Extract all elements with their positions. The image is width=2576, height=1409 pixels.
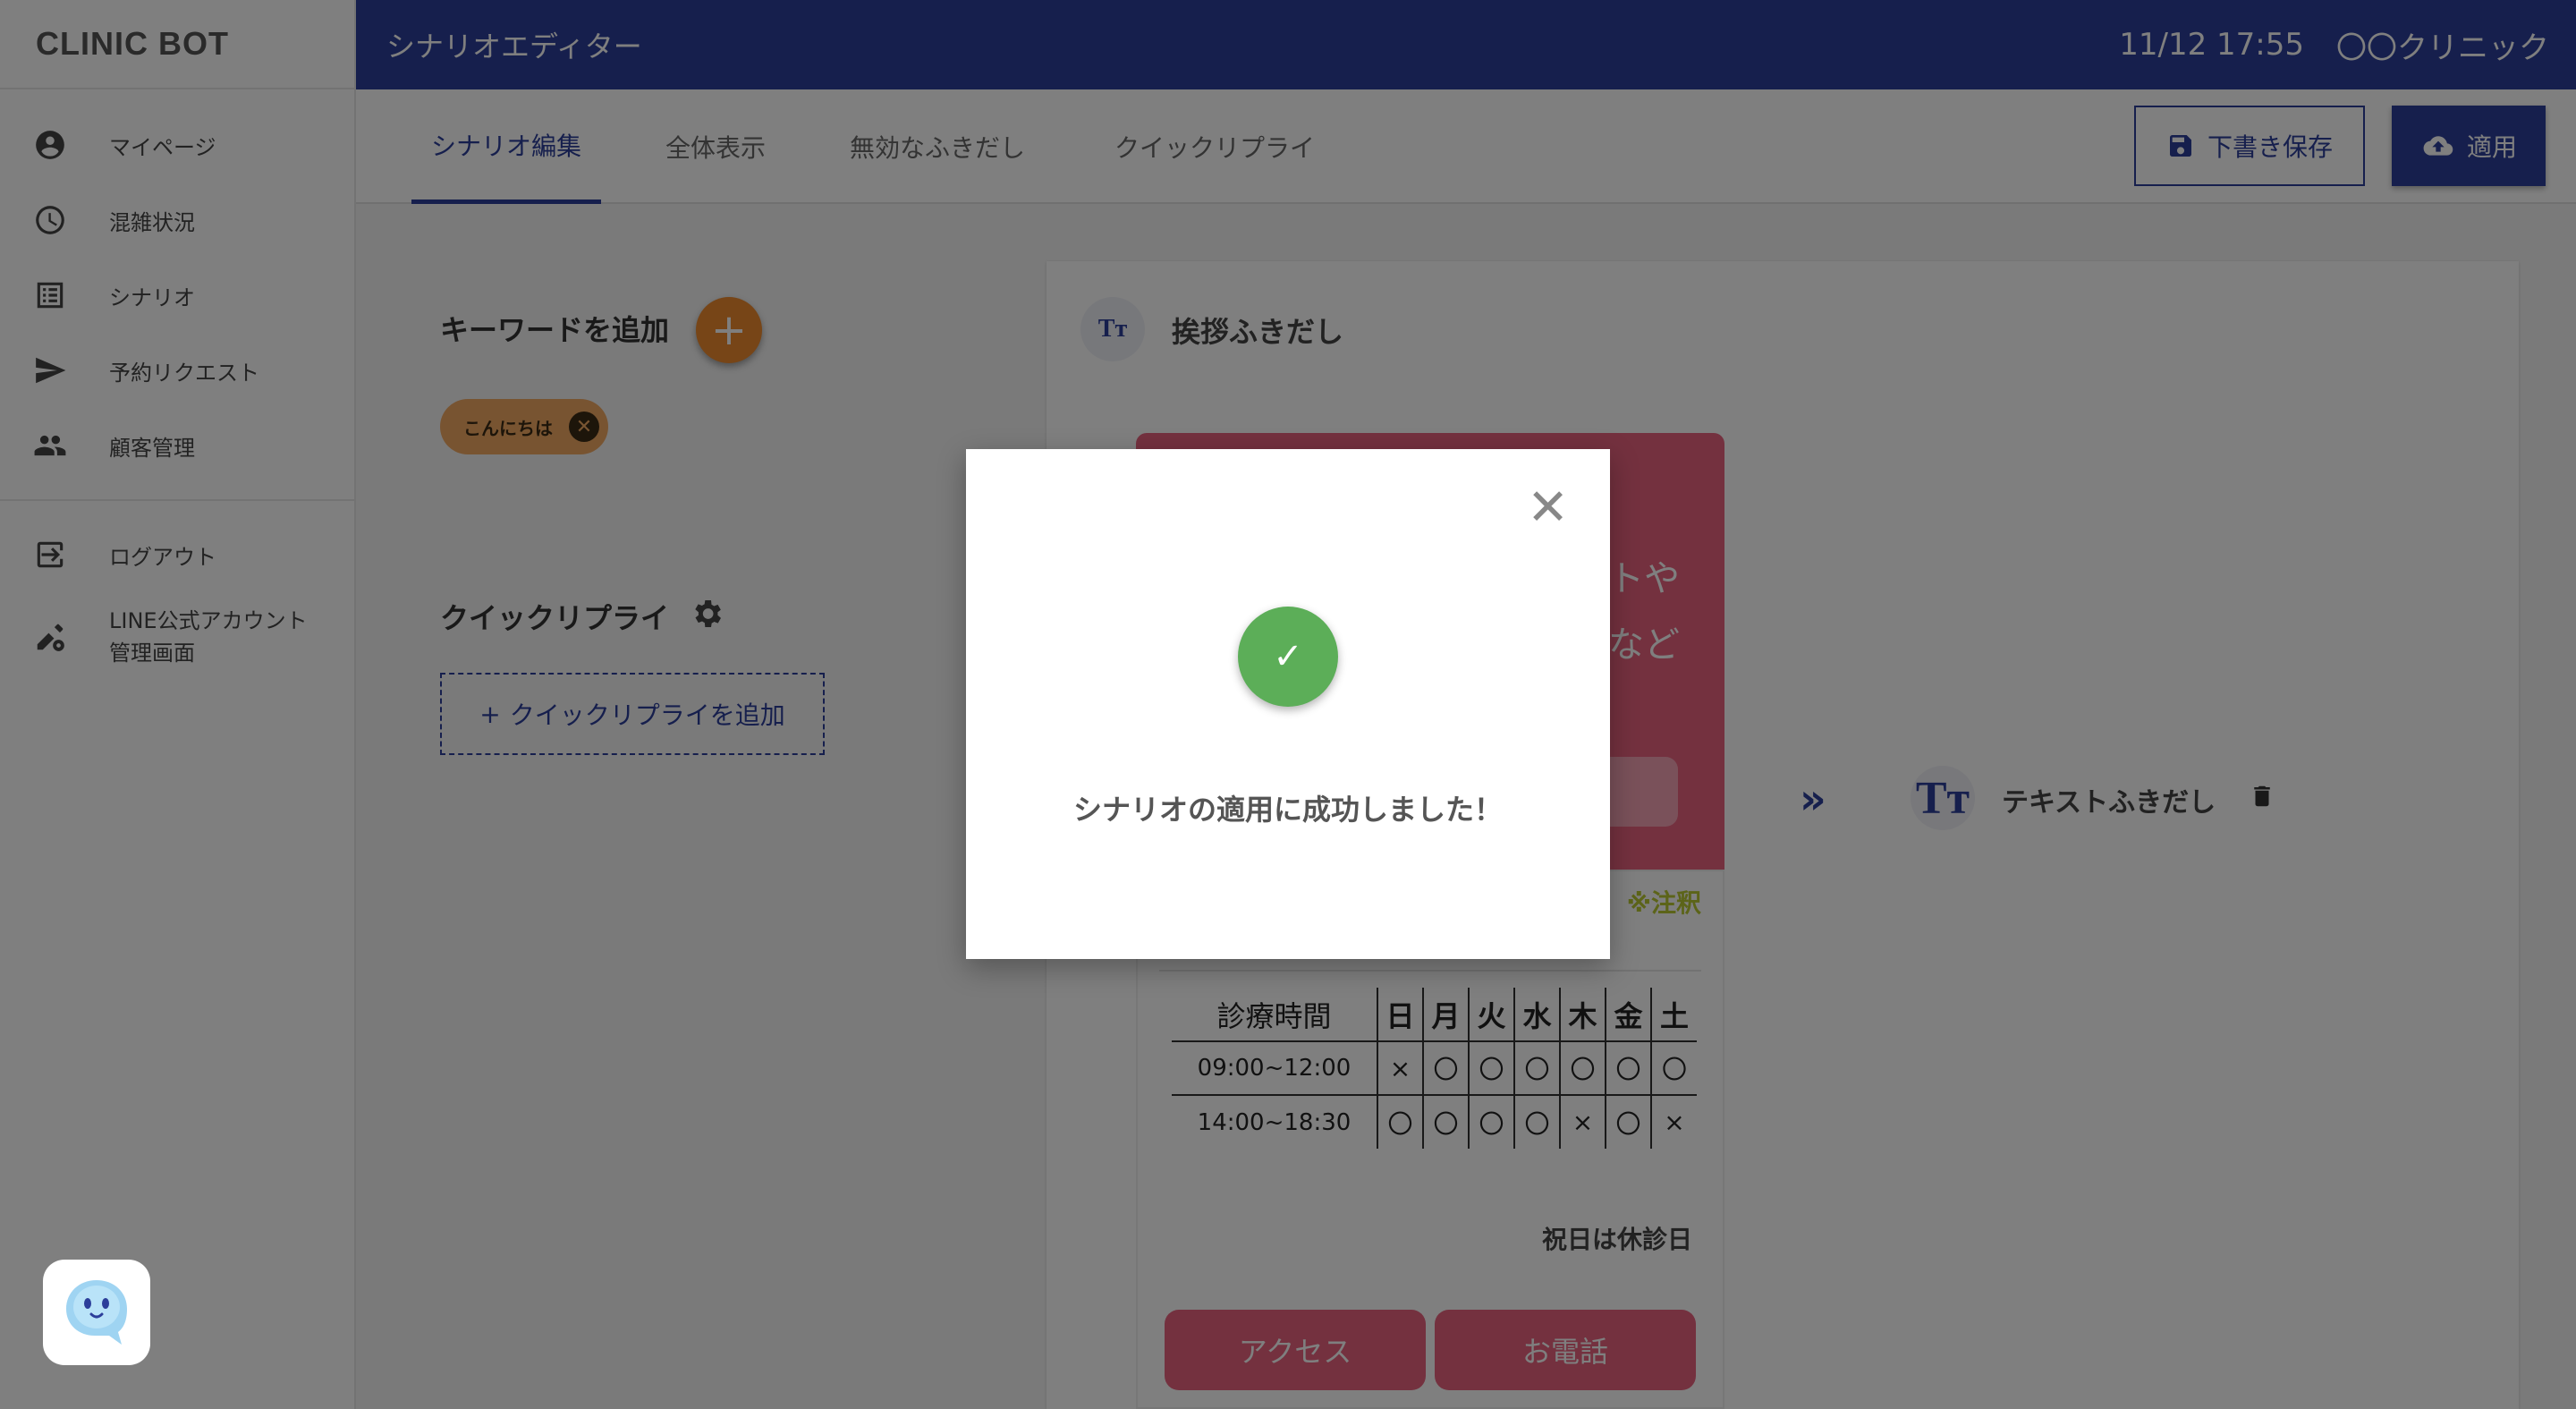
close-icon[interactable]: ✕	[1527, 483, 1569, 533]
check-icon: ✓	[1238, 607, 1338, 707]
chatbot-face-icon	[66, 1280, 127, 1345]
dialog-message: シナリオの適用に成功しました！	[1072, 793, 1503, 827]
chat-bot-button[interactable]	[43, 1260, 150, 1365]
success-dialog: ✕ ✓ シナリオの適用に成功しました！	[966, 449, 1610, 959]
